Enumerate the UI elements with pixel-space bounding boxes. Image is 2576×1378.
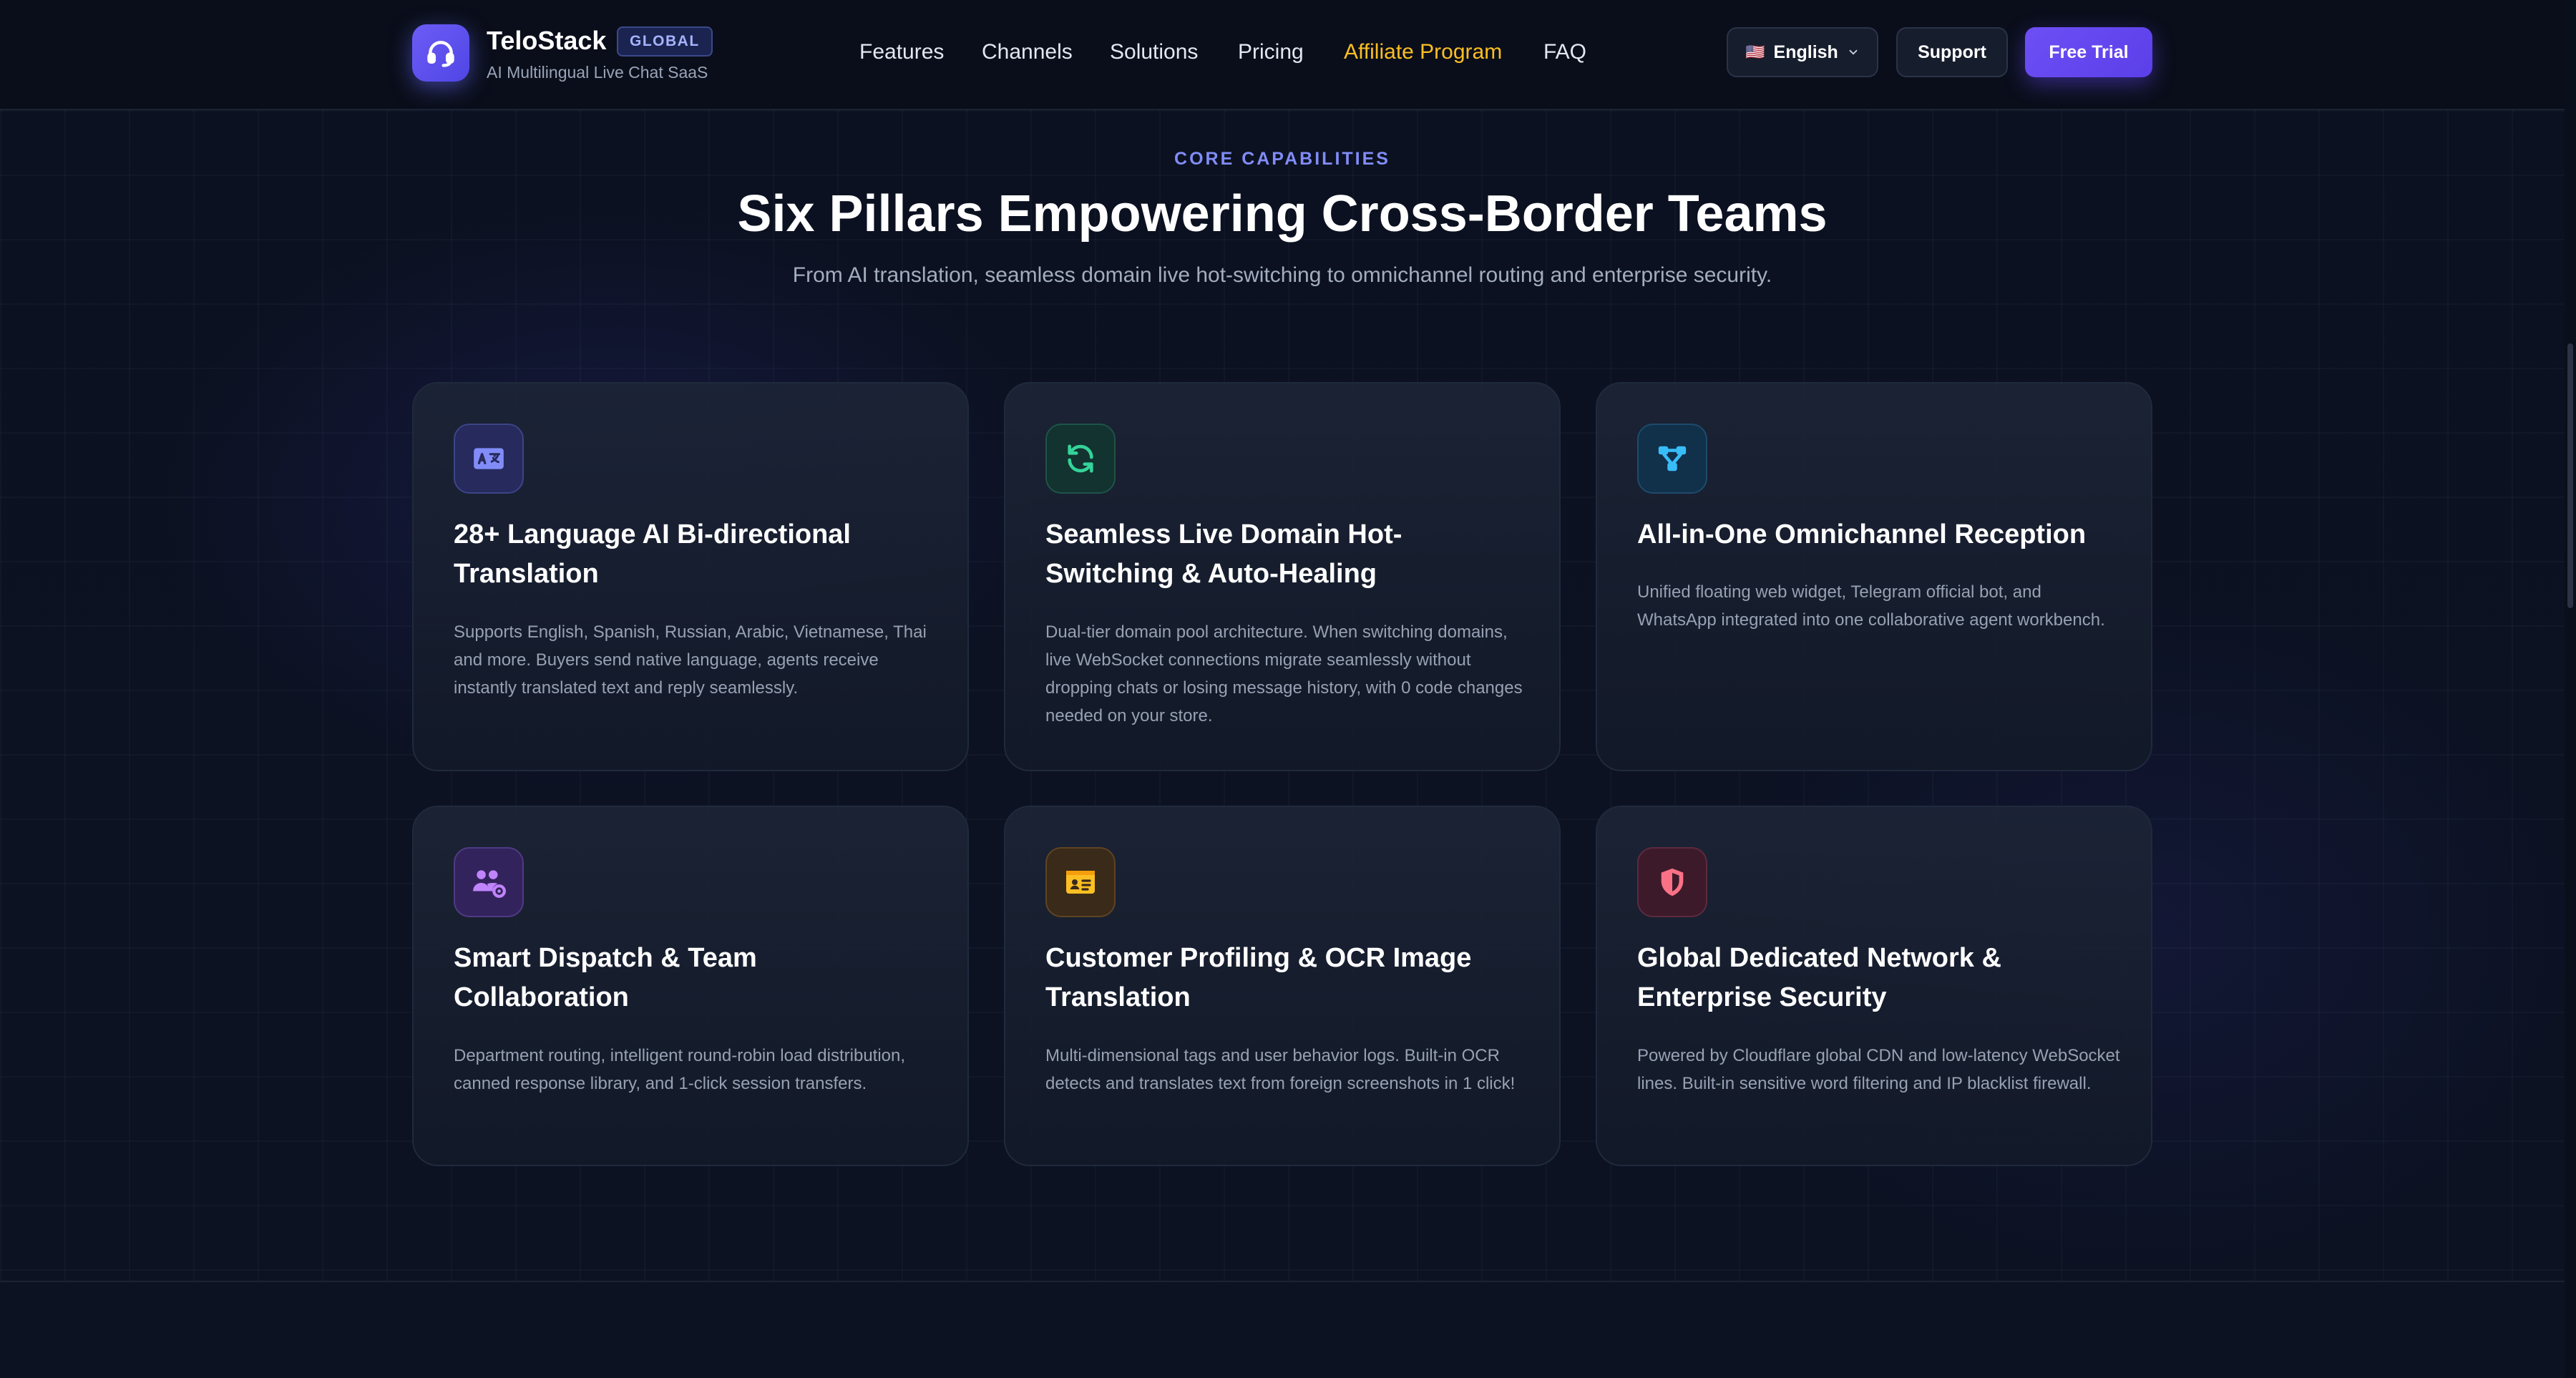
nav-channels[interactable]: Channels bbox=[982, 40, 1073, 64]
brand-logo[interactable] bbox=[412, 24, 469, 82]
chevron-down-icon bbox=[1849, 49, 1858, 55]
nav-faq[interactable]: FAQ bbox=[1543, 40, 1586, 64]
card-description: Dual-tier domain pool architecture. When… bbox=[1045, 622, 1523, 725]
language-selector[interactable]: 🇺🇸 English bbox=[1727, 27, 1878, 77]
card-title: Seamless Live Domain Hot-Switching & Aut… bbox=[1045, 519, 1402, 589]
translate-icon bbox=[474, 448, 504, 469]
card-icon-badge bbox=[1637, 847, 1707, 917]
card-title: Global Dedicated Network & Enterprise Se… bbox=[1637, 943, 2001, 1012]
free-trial-button[interactable]: Free Trial bbox=[2025, 27, 2152, 77]
section-eyebrow: CORE CAPABILITIES bbox=[1174, 149, 1390, 169]
scrollbar-thumb[interactable] bbox=[2567, 343, 2573, 608]
card-icon-badge bbox=[454, 847, 524, 917]
card-description: Powered by Cloudflare global CDN and low… bbox=[1637, 1046, 2120, 1093]
feature-card-security: Global Dedicated Network & Enterprise Se… bbox=[1596, 806, 2152, 1166]
top-nav-bar: TeloStack GLOBAL AI Multilingual Live Ch… bbox=[0, 0, 2576, 110]
feature-card-domain-switching: Seamless Live Domain Hot-Switching & Aut… bbox=[1004, 382, 1561, 771]
card-icon-badge bbox=[1637, 424, 1707, 494]
nav-features[interactable]: Features bbox=[859, 40, 944, 64]
language-label: English bbox=[1773, 41, 1838, 62]
nav-solutions[interactable]: Solutions bbox=[1110, 40, 1198, 64]
brand-badge: GLOBAL bbox=[617, 26, 713, 57]
team-gear-icon bbox=[473, 870, 506, 898]
brand-name[interactable]: TeloStack bbox=[487, 26, 606, 56]
feature-card-profiling-ocr: Customer Profiling & OCR Image Translati… bbox=[1004, 806, 1561, 1166]
shield-icon bbox=[1661, 868, 1684, 896]
id-card-icon bbox=[1066, 871, 1095, 894]
card-icon-badge bbox=[454, 424, 524, 494]
nav-pricing[interactable]: Pricing bbox=[1238, 40, 1304, 64]
card-description: Supports English, Spanish, Russian, Arab… bbox=[454, 622, 927, 698]
brand-subtitle: AI Multilingual Live Chat SaaS bbox=[487, 63, 708, 82]
card-description: Multi-dimensional tags and user behavior… bbox=[1045, 1046, 1516, 1093]
network-icon bbox=[1658, 446, 1687, 471]
card-title: Customer Profiling & OCR Image Translati… bbox=[1045, 943, 1472, 1012]
support-button[interactable]: Support bbox=[1896, 27, 2008, 77]
card-description: Unified floating web widget, Telegram of… bbox=[1637, 582, 2105, 630]
feature-card-omnichannel: All-in-One Omnichannel Reception Unified… bbox=[1596, 382, 2152, 771]
section-divider bbox=[0, 1281, 2565, 1282]
headset-icon bbox=[427, 41, 454, 67]
card-title: All-in-One Omnichannel Reception bbox=[1637, 519, 2087, 549]
card-title: 28+ Language AI Bi-directional Translati… bbox=[454, 519, 851, 589]
section-subtitle: From AI translation, seamless domain liv… bbox=[792, 263, 1772, 287]
card-description: Department routing, intelligent round-ro… bbox=[454, 1046, 906, 1093]
refresh-icon bbox=[1068, 444, 1093, 473]
page-scrollbar[interactable] bbox=[2565, 0, 2576, 1378]
section-title: Six Pillars Empowering Cross-Border Team… bbox=[737, 185, 1828, 243]
card-icon-badge bbox=[1045, 424, 1116, 494]
card-title: Smart Dispatch & Team Collaboration bbox=[454, 943, 757, 1012]
feature-card-translation: 28+ Language AI Bi-directional Translati… bbox=[412, 382, 969, 771]
card-icon-badge bbox=[1045, 847, 1116, 917]
us-flag-icon: 🇺🇸 bbox=[1745, 43, 1765, 61]
nav-affiliate-program[interactable]: Affiliate Program bbox=[1344, 40, 1502, 64]
feature-card-dispatch: Smart Dispatch & Team Collaboration Depa… bbox=[412, 806, 969, 1166]
